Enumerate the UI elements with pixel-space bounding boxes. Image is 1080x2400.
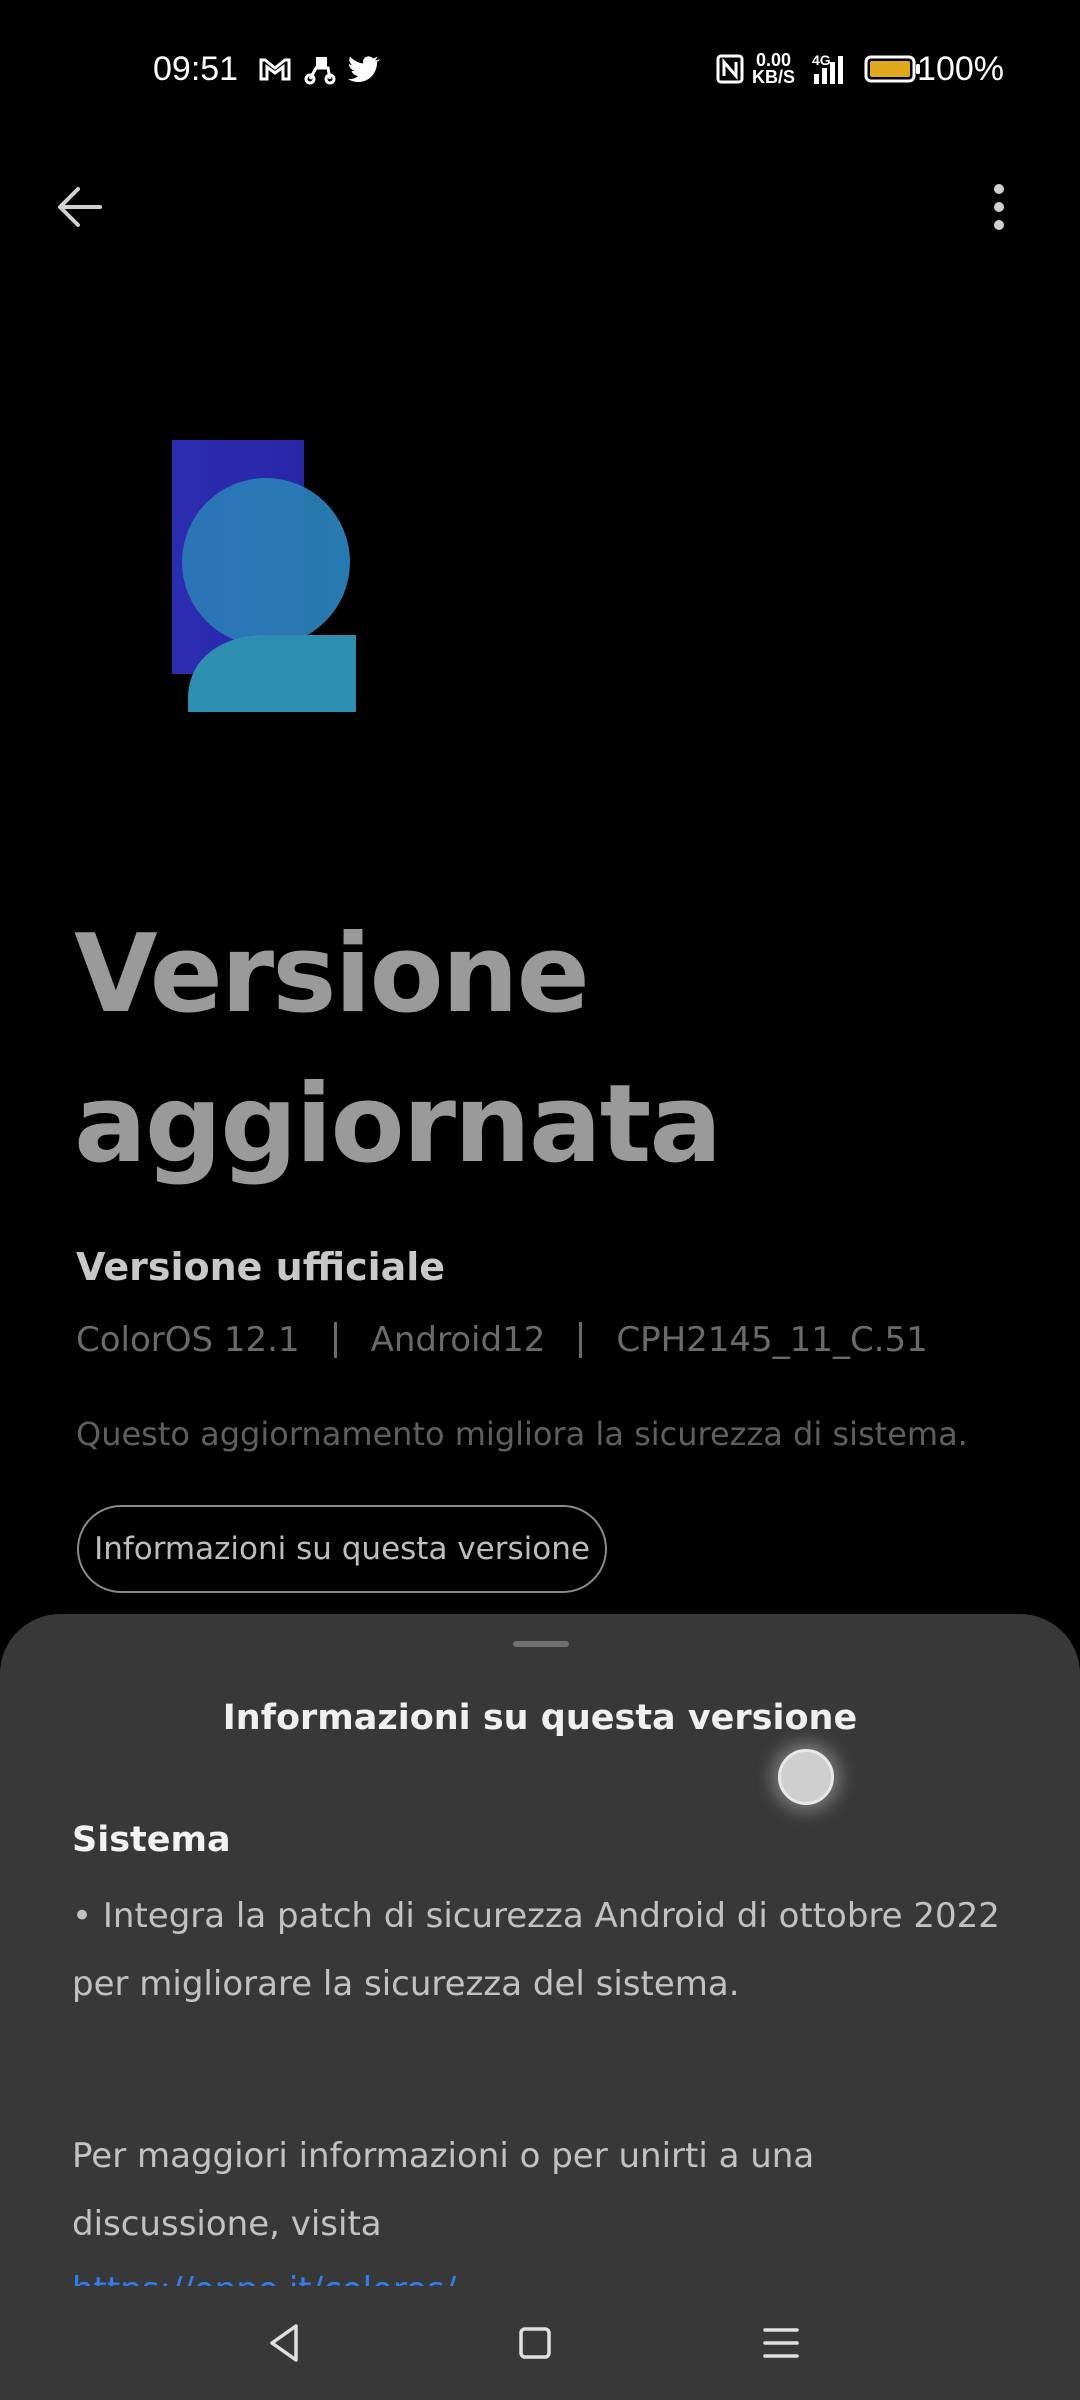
nav-home-icon[interactable] (500, 2308, 570, 2378)
nfc-icon (716, 54, 744, 84)
battery-icon (864, 55, 920, 83)
page-title: Versione aggiornata (74, 912, 722, 1187)
status-time: 09:51 (153, 50, 239, 88)
navigation-bar (0, 2286, 1080, 2400)
more-info-text: Per maggiori informazioni o per unirti a… (72, 2136, 815, 2244)
changelog-item: • Integra la patch di sicurezza Android … (72, 1896, 1000, 2004)
nav-back-icon[interactable] (250, 2308, 320, 2378)
version-info-button[interactable]: Informazioni su questa versione (77, 1505, 607, 1593)
gmail-icon (259, 58, 291, 81)
net-speed: 0.00 KB/S (752, 50, 796, 87)
os-version: ColorOS 12.1 (76, 1320, 300, 1360)
version-info-sheet: Informazioni su questa versione Sistema … (0, 1614, 1080, 2400)
build-number: CPH2145_11_C.51 (616, 1320, 928, 1360)
twitter-icon (348, 56, 380, 82)
more-vertical-icon[interactable] (975, 175, 1023, 239)
signal-icon (814, 56, 843, 84)
coloros-logo (172, 440, 356, 712)
divider (333, 1322, 337, 1358)
update-description: Questo aggiornamento migliora la sicurez… (76, 1415, 968, 1453)
android-version: Android12 (370, 1320, 546, 1360)
delivery-icon (304, 57, 336, 85)
divider (579, 1322, 583, 1358)
arrow-left-icon[interactable] (50, 175, 114, 239)
touch-indicator (778, 1749, 834, 1805)
version-meta: ColorOS 12.1 Android12 CPH2145_11_C.51 (76, 1320, 928, 1360)
nav-menu-icon[interactable] (746, 2308, 816, 2378)
status-bar: 09:51 0.00 KB/S 4G 100% (0, 0, 1080, 140)
version-type: Versione ufficiale (76, 1245, 446, 1289)
sheet-drag-handle[interactable] (513, 1641, 569, 1647)
battery-percent: 100% (917, 50, 1004, 88)
section-title-system: Sistema (72, 1820, 231, 1860)
sheet-title: Informazioni su questa versione (222, 1698, 858, 1738)
